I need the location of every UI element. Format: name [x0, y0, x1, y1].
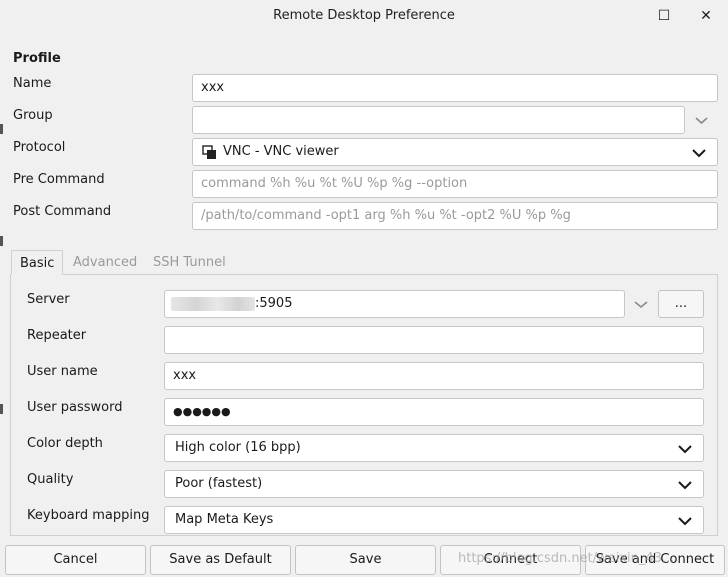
save-and-connect-button[interactable]: Save and Connect	[585, 545, 725, 575]
quality-label: Quality	[27, 472, 74, 487]
name-field[interactable]: xxx	[192, 74, 718, 102]
server-browse-button[interactable]: ...	[658, 290, 704, 318]
chevron-down-icon	[692, 149, 706, 158]
save-button[interactable]: Save	[295, 545, 436, 575]
repeater-label: Repeater	[27, 328, 87, 343]
save-as-default-button[interactable]: Save as Default	[150, 545, 291, 575]
chevron-down-icon	[678, 481, 692, 490]
server-label: Server	[27, 292, 70, 307]
server-field[interactable]: :5905	[164, 290, 625, 318]
keyboard-mapping-value: Map Meta Keys	[175, 512, 274, 527]
tab-basic[interactable]: Basic	[11, 250, 64, 275]
group-label: Group	[13, 108, 53, 123]
password-field[interactable]: ●●●●●●	[164, 398, 704, 426]
pre-command-label: Pre Command	[13, 172, 105, 187]
username-label: User name	[27, 364, 98, 379]
cancel-button[interactable]: Cancel	[5, 545, 146, 575]
group-dropdown-button[interactable]	[685, 106, 718, 134]
maximize-icon[interactable]: ☐	[654, 6, 674, 26]
chevron-down-icon	[678, 445, 692, 454]
chevron-down-icon	[695, 117, 708, 125]
protocol-select[interactable]: VNC - VNC viewer	[192, 138, 718, 166]
window-edge-mark	[0, 124, 3, 134]
tab-advanced[interactable]: Advanced	[65, 250, 145, 275]
keyboard-mapping-label: Keyboard mapping	[27, 508, 150, 523]
server-dropdown-button[interactable]	[625, 290, 657, 318]
post-command-field[interactable]: /path/to/command -opt1 arg %h %u %t -opt…	[192, 202, 718, 230]
window-edge-mark	[0, 404, 3, 414]
color-depth-label: Color depth	[27, 436, 103, 451]
quality-value: Poor (fastest)	[175, 476, 263, 491]
protocol-label: Protocol	[13, 140, 66, 155]
chevron-down-icon	[678, 517, 692, 526]
server-port: :5905	[255, 296, 293, 311]
name-label: Name	[13, 76, 52, 91]
post-command-label: Post Command	[13, 204, 112, 219]
chevron-down-icon	[634, 301, 648, 309]
window-edge-mark	[0, 236, 3, 246]
quality-select[interactable]: Poor (fastest)	[164, 470, 704, 498]
pre-command-field[interactable]: command %h %u %t %U %p %g --option	[192, 170, 718, 198]
color-depth-value: High color (16 bpp)	[175, 440, 301, 455]
profile-heading: Profile	[13, 51, 61, 66]
connect-button[interactable]: Connect	[440, 545, 581, 575]
redacted-host	[171, 296, 255, 311]
window-title: Remote Desktop Preference	[273, 8, 455, 23]
close-icon[interactable]: ✕	[696, 6, 716, 26]
color-depth-select[interactable]: High color (16 bpp)	[164, 434, 704, 462]
keyboard-mapping-select[interactable]: Map Meta Keys	[164, 506, 704, 534]
username-field[interactable]: xxx	[164, 362, 704, 390]
vnc-icon	[202, 145, 216, 159]
group-field[interactable]	[192, 106, 685, 134]
title-bar: Remote Desktop Preference ☐ ✕	[0, 0, 728, 32]
password-label: User password	[27, 400, 123, 415]
tab-ssh-tunnel[interactable]: SSH Tunnel	[145, 250, 234, 275]
repeater-field[interactable]	[164, 326, 704, 354]
protocol-value: VNC - VNC viewer	[223, 144, 339, 159]
